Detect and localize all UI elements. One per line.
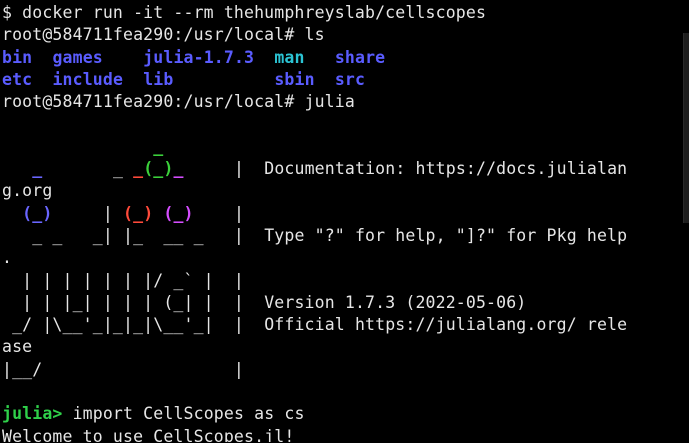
ls-entry-include: include	[52, 69, 124, 89]
julia-logo-row-7: _/ |\__'_|_|_|\__'_| | Official https://…	[2, 315, 628, 335]
ls-entry-src: src	[334, 69, 366, 89]
ls-entry-julia: julia-1.7.3	[143, 47, 255, 67]
empty-line	[2, 381, 684, 403]
banner-official: Official https://julialang.org/ rele	[264, 315, 628, 335]
julia-input: import CellScopes as cs	[62, 404, 305, 424]
ls-command-line: root@584711fea290:/usr/local# ls	[2, 25, 325, 45]
welcome-output: Welcome to use CellScopes.jl!	[2, 426, 295, 442]
banner-official-wrap: ase	[2, 337, 33, 357]
julia-logo-row-5: | | | | | | |/ _` | |	[2, 270, 245, 290]
terminal-scrollbar[interactable]	[683, 33, 689, 223]
terminal-window[interactable]: $ docker run -it --rm thehumphreyslab/ce…	[2, 2, 684, 442]
ls-entry-etc: etc	[2, 69, 33, 89]
julia-repl-line[interactable]: julia> import CellScopes as cs	[2, 403, 684, 425]
julia-command-line: root@584711fea290:/usr/local# julia	[2, 92, 355, 112]
ls-entry-games: games	[52, 47, 103, 67]
julia-logo-row-3: (_) | (_) (_) |	[22, 203, 245, 223]
banner-version: Version 1.7.3 (2022-05-06)	[264, 292, 527, 312]
julia-logo-row-2: _ _ _(_)_ | Documentation: https://docs.…	[32, 159, 628, 179]
ls-output-row-1: bin games julia-1.7.3 man share	[2, 47, 684, 69]
ls-entry-bin: bin	[2, 47, 33, 67]
julia-logo-row-4: _ _ _| |_ __ _ | Type "?" for help, "]?"…	[2, 225, 628, 245]
banner-help-wrap: .	[2, 248, 13, 268]
julia-logo-row-8: |__/ |	[2, 359, 245, 379]
ls-entry-man: man	[274, 47, 305, 67]
docker-command-line: $ docker run -it --rm thehumphreyslab/ce…	[2, 3, 487, 22]
ls-output-row-2: etc include lib sbin src	[2, 69, 684, 91]
ls-entry-share: share	[334, 47, 386, 67]
julia-prompt: julia>	[2, 404, 63, 424]
julia-logo-row-6: | | |_| | | | (_| | | Version 1.7.3 (202…	[2, 292, 527, 312]
empty-line	[2, 113, 684, 135]
ls-entry-lib: lib	[143, 69, 174, 89]
banner-help: Type "?" for help, "]?" for Pkg help	[264, 225, 628, 245]
ls-entry-sbin: sbin	[274, 69, 315, 89]
julia-logo-row-1: _	[153, 136, 164, 156]
banner-documentation: Documentation: https://docs.julialan	[264, 159, 628, 179]
banner-documentation-wrap: g.org	[2, 181, 53, 201]
